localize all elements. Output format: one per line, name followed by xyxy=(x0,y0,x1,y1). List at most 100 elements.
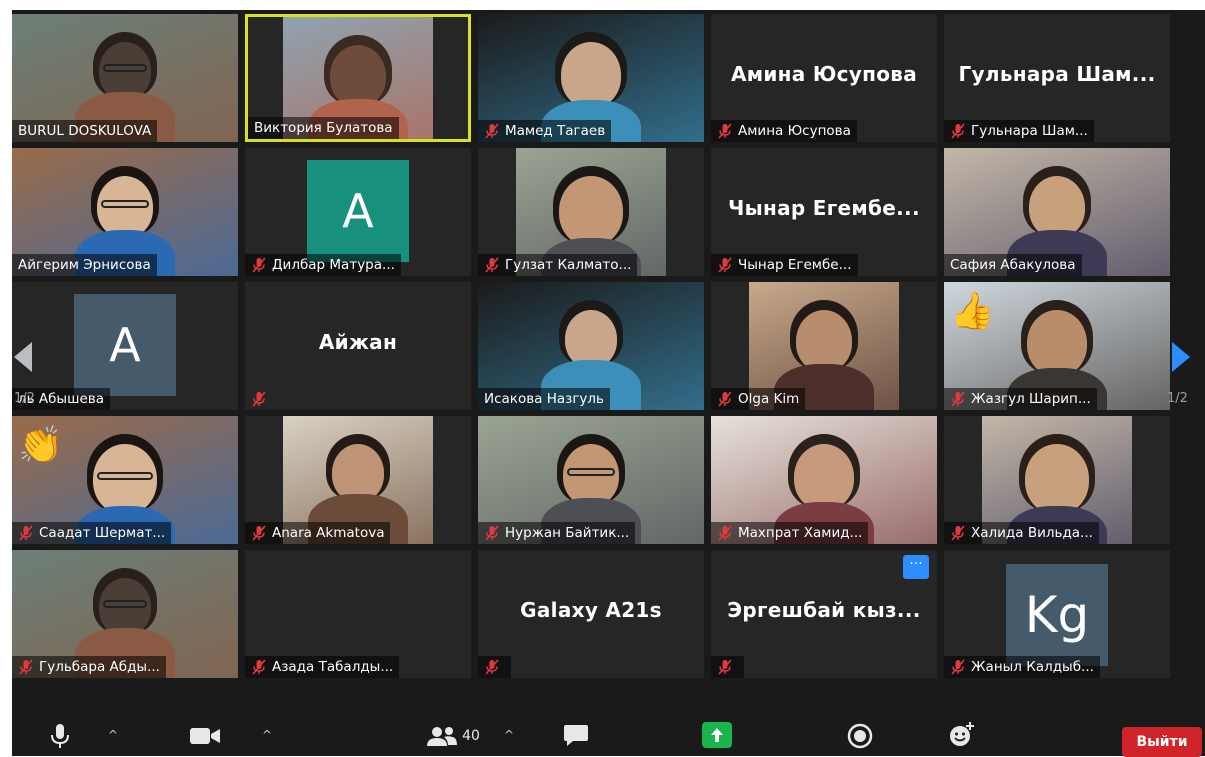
participant-tile[interactable]: Гульнара Шам... Гульнара Шам... xyxy=(944,14,1170,142)
participant-tile[interactable]: 👍 Жазгул Шарип... xyxy=(944,282,1170,410)
mute-button[interactable] xyxy=(44,720,76,752)
meeting-toolbar: ^ ^ 40 ^ xyxy=(0,704,1205,756)
participant-tile[interactable]: Нуржан Байтик... xyxy=(478,416,704,544)
name-bar: Нуржан Байтик... xyxy=(478,522,636,544)
chevron-right-icon xyxy=(1172,342,1190,372)
next-page-button[interactable] xyxy=(1168,340,1192,376)
participant-tile[interactable]: Мамед Тагаев xyxy=(478,14,704,142)
participant-name: Нуржан Байтик... xyxy=(505,525,630,541)
audio-options-caret[interactable]: ^ xyxy=(104,724,122,746)
name-bar: Гульбара Абды... xyxy=(12,656,166,678)
participant-tile[interactable]: Эргешбай кыз... ··· xyxy=(711,550,937,678)
participant-tile[interactable]: Айгерим Эрнисова xyxy=(12,148,238,276)
participant-display-name: Амина Юсупова xyxy=(730,62,918,86)
microphone-muted-icon xyxy=(718,257,732,273)
participant-name: Anara Akmatova xyxy=(272,525,385,541)
participant-name: Мамед Тагаев xyxy=(505,123,606,139)
avatar: A xyxy=(74,294,176,396)
avatar: A xyxy=(307,160,409,262)
participant-display-name: Айжан xyxy=(318,330,398,354)
participant-name: Виктория Булатова xyxy=(254,120,393,136)
participant-tile[interactable]: Kg Жаныл Калдыб... xyxy=(944,550,1170,678)
tile-more-options-button[interactable]: ··· xyxy=(903,555,929,579)
participant-tile[interactable]: Чынар Егембе... Чынар Егембе... xyxy=(711,148,937,276)
participant-tile[interactable]: BURUL DOSKULOVA xyxy=(12,14,238,142)
page-indicator-left: 1/2 xyxy=(14,391,35,406)
participant-name: Чынар Егембе... xyxy=(738,257,852,273)
name-bar: Olga Kim xyxy=(711,388,806,410)
reactions-button[interactable] xyxy=(946,718,978,752)
microphone-icon xyxy=(51,724,69,748)
participant-tile[interactable]: Айжан xyxy=(245,282,471,410)
record-icon xyxy=(847,723,873,749)
avatar: Kg xyxy=(1006,564,1108,666)
participant-tile[interactable]: Азада Табалды... xyxy=(245,550,471,678)
participant-tile[interactable]: Гульбара Абды... xyxy=(12,550,238,678)
participants-count: 40 xyxy=(462,728,480,744)
participant-name: Азада Табалды... xyxy=(272,659,394,675)
participant-tile[interactable]: Galaxy A21s xyxy=(478,550,704,678)
name-bar: Махпрат Хамид... xyxy=(711,522,869,544)
name-bar: Чынар Егембе... xyxy=(711,254,858,276)
participants-options-caret[interactable]: ^ xyxy=(500,724,518,746)
participant-tile[interactable]: Виктория Булатова xyxy=(245,14,471,142)
name-bar: Айгерим Эрнисова xyxy=(12,254,157,276)
participant-tile[interactable]: Сафия Абакулова xyxy=(944,148,1170,276)
name-bar: Исакова Назгуль xyxy=(478,388,610,410)
name-bar: Сафия Абакулова xyxy=(944,254,1082,276)
video-button[interactable] xyxy=(186,720,224,752)
microphone-muted-icon xyxy=(951,659,965,675)
microphone-muted-icon xyxy=(485,123,499,139)
record-button[interactable] xyxy=(844,720,876,752)
name-bar: Азада Табалды... xyxy=(245,656,400,678)
page-indicator-right: 1/2 xyxy=(1167,391,1188,406)
name-bar xyxy=(245,388,278,410)
participant-name: Olga Kim xyxy=(738,391,800,407)
chat-button[interactable] xyxy=(560,720,592,752)
microphone-muted-icon xyxy=(252,659,266,675)
participant-tile[interactable]: Халида Вильда... xyxy=(944,416,1170,544)
share-screen-button[interactable] xyxy=(702,722,732,748)
participant-name: Халида Вильда... xyxy=(971,525,1093,541)
participant-tile[interactable]: Исакова Назгуль xyxy=(478,282,704,410)
participant-tile[interactable]: Anara Akmatova xyxy=(245,416,471,544)
participant-name: Саадат Шермат... xyxy=(39,525,166,541)
share-arrow-up-icon xyxy=(711,728,723,742)
participant-name: Дилбар Матура... xyxy=(272,257,395,273)
microphone-muted-icon xyxy=(951,391,965,407)
participant-name: BURUL DOSKULOVA xyxy=(18,123,152,139)
reaction-emoji: 👍 xyxy=(950,291,995,332)
name-bar xyxy=(478,656,511,678)
participant-tile[interactable]: Махпрат Хамид... xyxy=(711,416,937,544)
participant-tile[interactable]: Olga Kim xyxy=(711,282,937,410)
participants-icon xyxy=(427,727,458,746)
chevron-left-icon xyxy=(14,342,32,372)
microphone-muted-icon xyxy=(19,659,33,675)
participants-button[interactable]: 40 xyxy=(422,720,484,752)
participant-name: Жазгул Шарип... xyxy=(971,391,1091,407)
name-bar: Саадат Шермат... xyxy=(12,522,172,544)
video-options-caret[interactable]: ^ xyxy=(258,724,276,746)
leave-meeting-button[interactable]: Выйти xyxy=(1122,727,1202,757)
name-bar: Дилбар Матура... xyxy=(245,254,401,276)
microphone-muted-icon xyxy=(485,525,499,541)
microphone-muted-icon xyxy=(252,525,266,541)
participant-tile[interactable]: Амина Юсупова Амина Юсупова xyxy=(711,14,937,142)
participant-name: Махпрат Хамид... xyxy=(738,525,863,541)
prev-page-button[interactable] xyxy=(12,340,34,376)
name-bar: Жаныл Калдыб... xyxy=(944,656,1100,678)
microphone-muted-icon xyxy=(252,391,266,407)
microphone-muted-icon xyxy=(718,391,732,407)
participant-tile[interactable]: Гулзат Калмато... xyxy=(478,148,704,276)
participant-tile[interactable]: A Дилбар Матура... xyxy=(245,148,471,276)
participant-display-name: Чынар Егембе... xyxy=(728,196,920,220)
participant-tile[interactable]: Aль Абышева xyxy=(12,282,238,410)
participant-tile[interactable]: 👏 Саадат Шермат... xyxy=(12,416,238,544)
participant-display-name: Galaxy A21s xyxy=(520,598,662,622)
microphone-muted-icon xyxy=(951,123,965,139)
name-bar: Жазгул Шарип... xyxy=(944,388,1097,410)
microphone-muted-icon xyxy=(19,525,33,541)
emoji-add-icon xyxy=(950,722,974,746)
video-camera-icon xyxy=(190,728,220,744)
microphone-muted-icon xyxy=(252,257,266,273)
